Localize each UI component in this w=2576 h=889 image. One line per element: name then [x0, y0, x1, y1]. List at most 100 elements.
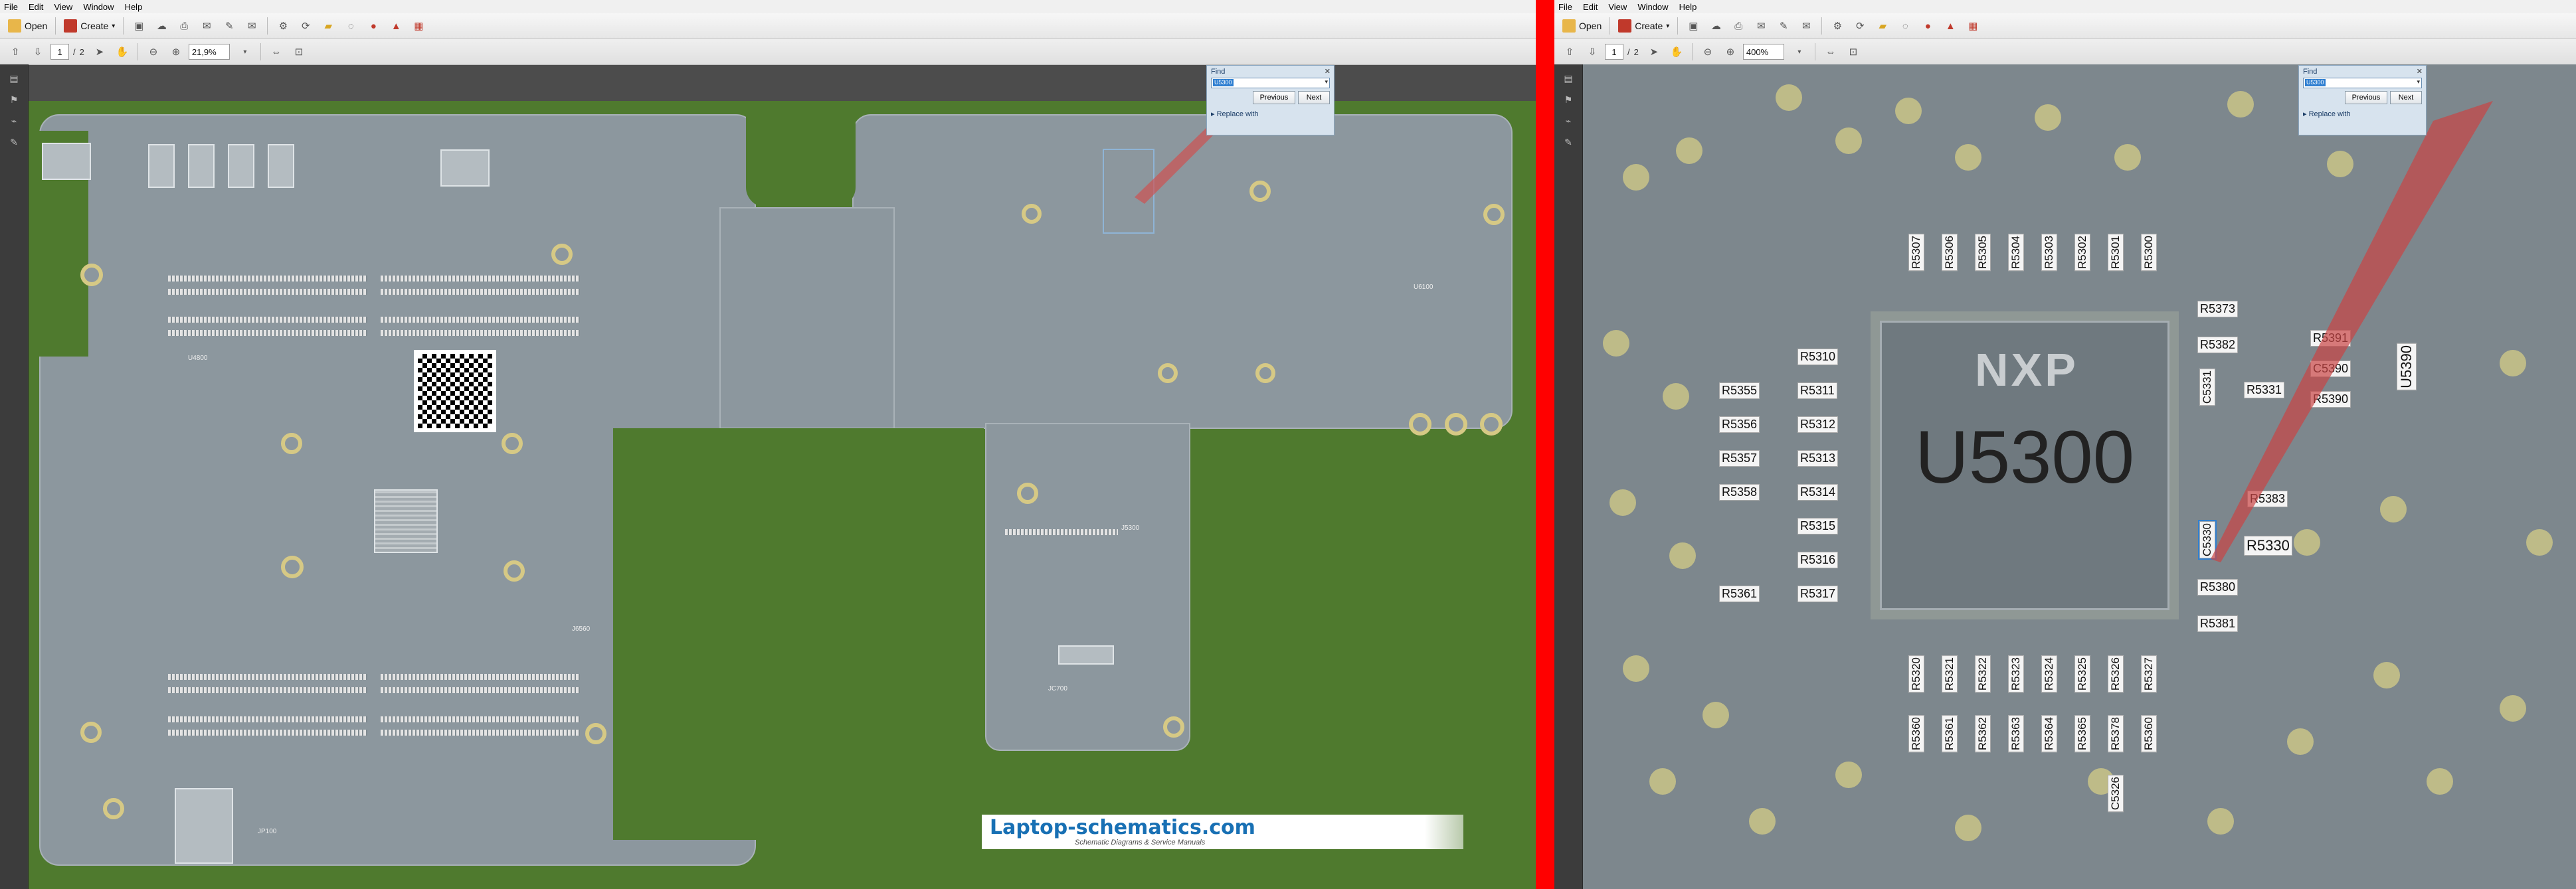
page-number-field[interactable]: 1: [1605, 44, 1623, 60]
zoom-field[interactable]: 21,9%: [188, 44, 230, 60]
menu-edit[interactable]: Edit: [1583, 2, 1598, 12]
stamp-icon[interactable]: ●: [366, 19, 381, 33]
document-viewport[interactable]: U4800 J6560 JC700 J5300 JP100 U6100 Lapt…: [29, 64, 1536, 889]
mail-icon[interactable]: ✉: [1799, 19, 1813, 33]
replace-with-toggle[interactable]: ▸ Replace with: [1211, 110, 1259, 118]
share-icon[interactable]: ⟳: [1853, 19, 1867, 33]
component-label: R5325: [2074, 655, 2090, 693]
inductor-chip: [188, 144, 215, 188]
zoom-field[interactable]: 400%: [1742, 44, 1784, 60]
open-button[interactable]: Open: [1562, 19, 1602, 33]
bookmark-icon[interactable]: ⚑: [1561, 92, 1576, 107]
select-tool-icon[interactable]: ➤: [1647, 44, 1661, 59]
zoom-in-icon[interactable]: ⊕: [169, 44, 183, 59]
page-number-field[interactable]: 1: [50, 44, 69, 60]
fit-page-icon[interactable]: ⊡: [1846, 44, 1861, 59]
menu-edit[interactable]: Edit: [29, 2, 43, 12]
find-previous-button[interactable]: Previous: [2345, 91, 2387, 104]
mail-icon[interactable]: ✉: [244, 19, 259, 33]
find-next-button[interactable]: Next: [2390, 91, 2422, 104]
previous-page-icon[interactable]: ⇧: [1562, 44, 1577, 59]
comment-icon[interactable]: ▰: [321, 19, 335, 33]
find-dropdown-icon[interactable]: ▾: [1325, 78, 1328, 86]
find-next-button[interactable]: Next: [1298, 91, 1330, 104]
signature-icon[interactable]: ✎: [7, 135, 21, 149]
save-icon[interactable]: ▣: [132, 19, 146, 33]
fit-width-icon[interactable]: ⇔: [269, 44, 284, 59]
folder-icon: [1562, 19, 1576, 33]
replace-with-toggle[interactable]: ▸ Replace with: [2303, 110, 2351, 118]
cloud-upload-icon[interactable]: ☁: [1708, 19, 1723, 33]
save-icon[interactable]: ▣: [1686, 19, 1701, 33]
stamp-icon[interactable]: ●: [1920, 19, 1935, 33]
zoom-out-icon[interactable]: ⊖: [146, 44, 161, 59]
email-icon[interactable]: ✉: [199, 19, 214, 33]
comment-icon[interactable]: ▰: [1875, 19, 1890, 33]
settings-icon[interactable]: ⚙: [1830, 19, 1845, 33]
print-icon[interactable]: ⎙: [1731, 19, 1746, 33]
create-button[interactable]: Create ▾: [64, 19, 115, 33]
zoom-out-icon[interactable]: ⊖: [1701, 44, 1715, 59]
email-icon[interactable]: ✉: [1754, 19, 1768, 33]
via-pad: [1835, 127, 1862, 154]
signature-icon[interactable]: ✎: [1561, 135, 1576, 149]
toolbar-separator: [1691, 43, 1693, 60]
hand-tool-icon[interactable]: ✋: [115, 44, 130, 59]
next-page-icon[interactable]: ⇩: [1585, 44, 1600, 59]
redact-icon[interactable]: ▦: [411, 19, 426, 33]
cloud-upload-icon[interactable]: ☁: [154, 19, 169, 33]
fit-width-icon[interactable]: ⇔: [1823, 44, 1838, 59]
settings-icon[interactable]: ⚙: [276, 19, 290, 33]
menu-window[interactable]: Window: [83, 2, 114, 12]
component-label: R5321: [1942, 655, 1958, 693]
find-input[interactable]: U5300 ▾: [1211, 78, 1330, 88]
close-icon[interactable]: ✕: [2417, 67, 2423, 76]
find-input[interactable]: U5300 ▾: [2303, 78, 2422, 88]
attachment-icon[interactable]: ⌁: [1561, 114, 1576, 128]
component-label: R5312: [1797, 416, 1839, 433]
via-pad: [2114, 144, 2141, 171]
left-sidebar: ▤ ⚑ ⌁ ✎: [0, 64, 29, 889]
hand-tool-icon[interactable]: ✋: [1669, 44, 1684, 59]
sign-icon[interactable]: ▲: [389, 19, 403, 33]
edit-icon[interactable]: ✎: [1776, 19, 1791, 33]
create-button[interactable]: Create ▾: [1618, 19, 1669, 33]
document-viewport[interactable]: NXP U5300 R5307 R5306 R5305 R5304 R5303 …: [1583, 64, 2576, 889]
pages-icon[interactable]: ▤: [1561, 71, 1576, 86]
menu-help[interactable]: Help: [125, 2, 143, 12]
sign-icon[interactable]: ▲: [1943, 19, 1958, 33]
close-icon[interactable]: ✕: [1325, 67, 1331, 76]
redact-icon[interactable]: ▦: [1966, 19, 1980, 33]
menu-window[interactable]: Window: [1637, 2, 1668, 12]
mounting-hole: [1022, 204, 1042, 224]
next-page-icon[interactable]: ⇩: [31, 44, 45, 59]
component-label: R5365: [2074, 715, 2090, 753]
zoom-dropdown-icon[interactable]: ▾: [238, 44, 252, 59]
window-divider: [1536, 0, 1554, 889]
comment-alt-icon[interactable]: ◌: [1898, 19, 1912, 33]
fit-page-icon[interactable]: ⊡: [292, 44, 306, 59]
open-button[interactable]: Open: [8, 19, 47, 33]
menu-file[interactable]: File: [1558, 2, 1572, 12]
mounting-hole: [502, 433, 523, 454]
component-label: R5324: [2041, 655, 2057, 693]
select-tool-icon[interactable]: ➤: [92, 44, 107, 59]
mounting-hole: [281, 433, 302, 454]
menu-view[interactable]: View: [54, 2, 72, 12]
component-label: R5361: [1942, 715, 1958, 753]
share-icon[interactable]: ⟳: [298, 19, 313, 33]
menu-view[interactable]: View: [1608, 2, 1627, 12]
pages-icon[interactable]: ▤: [7, 71, 21, 86]
menu-file[interactable]: File: [4, 2, 18, 12]
print-icon[interactable]: ⎙: [177, 19, 191, 33]
edit-icon[interactable]: ✎: [222, 19, 236, 33]
attachment-icon[interactable]: ⌁: [7, 114, 21, 128]
zoom-dropdown-icon[interactable]: ▾: [1792, 44, 1807, 59]
menu-help[interactable]: Help: [1679, 2, 1697, 12]
find-previous-button[interactable]: Previous: [1253, 91, 1295, 104]
comment-alt-icon[interactable]: ◌: [343, 19, 358, 33]
zoom-in-icon[interactable]: ⊕: [1723, 44, 1738, 59]
find-dropdown-icon[interactable]: ▾: [2417, 78, 2420, 86]
bookmark-icon[interactable]: ⚑: [7, 92, 21, 107]
previous-page-icon[interactable]: ⇧: [8, 44, 23, 59]
